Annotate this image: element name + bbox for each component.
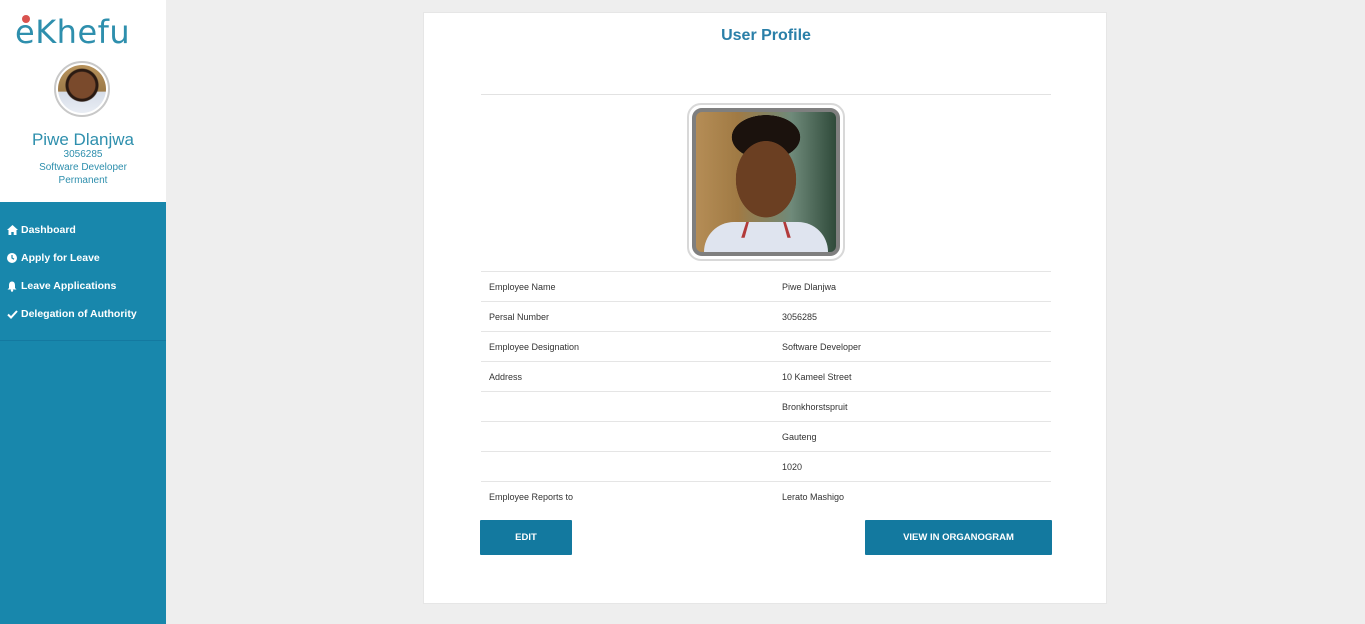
row-label: Employee Designation	[489, 341, 580, 352]
sidebar-item-dashboard[interactable]: Dashboard	[0, 216, 166, 244]
title-divider	[481, 94, 1051, 95]
home-icon	[6, 224, 18, 236]
sidebar-menu: Dashboard Apply for Leave Leave Applicat…	[0, 216, 166, 328]
row-value: 10 Kameel Street	[782, 371, 852, 382]
ekhefu-logo[interactable]: eKhefu	[15, 12, 130, 52]
row-label: Employee Name	[489, 281, 556, 292]
table-row: Employee Name Piwe Dlanjwa	[481, 271, 1051, 301]
logo-e: e	[15, 13, 36, 51]
logo-dot-icon	[22, 15, 30, 23]
sidebar-item-delegation[interactable]: Delegation of Authority	[0, 300, 166, 328]
table-row: Persal Number 3056285	[481, 301, 1051, 331]
row-value: Bronkhorstspruit	[782, 401, 848, 412]
sidebar-item-label: Leave Applications	[21, 280, 117, 292]
table-row: Bronkhorstspruit	[481, 391, 1051, 421]
row-label	[481, 422, 782, 451]
row-value: Lerato Mashigo	[782, 491, 845, 502]
page-title: User Profile	[721, 27, 811, 44]
sidebar-employment-type: Permanent	[58, 175, 108, 186]
view-in-organogram-button[interactable]: VIEW IN ORGANOGRAM	[865, 520, 1052, 555]
row-value: Piwe Dlanjwa	[782, 281, 837, 292]
row-label: Persal Number	[489, 311, 550, 322]
row-value: 1020	[782, 461, 803, 472]
table-row: 1020	[481, 451, 1051, 481]
profile-photo	[692, 108, 840, 256]
edit-button[interactable]: EDIT	[480, 520, 572, 555]
avatar	[54, 61, 110, 117]
sidebar-item-leave-applications[interactable]: Leave Applications	[0, 272, 166, 300]
row-value: 3056285	[782, 311, 818, 322]
sidebar-user-name: Piwe Dlanjwa	[31, 130, 135, 149]
sidebar: eKhefu Piwe Dlanjwa 3056285 Software Dev…	[0, 0, 166, 624]
table-row: Address 10 Kameel Street	[481, 361, 1051, 391]
bell-icon	[6, 280, 18, 292]
sidebar-divider	[0, 340, 166, 341]
sidebar-item-label: Apply for Leave	[21, 252, 100, 264]
clock-icon	[6, 252, 18, 264]
sidebar-item-label: Dashboard	[21, 224, 76, 236]
sidebar-persal: 3056285	[63, 149, 103, 160]
table-row: Employee Reports to Lerato Mashigo	[481, 481, 1051, 511]
sidebar-item-apply-leave[interactable]: Apply for Leave	[0, 244, 166, 272]
photo-collar	[741, 221, 791, 238]
logo-text: Khefu	[35, 13, 131, 51]
profile-photo-frame	[687, 103, 845, 261]
row-label	[481, 452, 782, 481]
table-row: Employee Designation Software Developer	[481, 331, 1051, 361]
row-label: Address	[489, 371, 523, 382]
sidebar-profile-panel: eKhefu Piwe Dlanjwa 3056285 Software Dev…	[0, 0, 166, 202]
row-value: Software Developer	[782, 341, 862, 352]
row-value: Gauteng	[782, 431, 817, 442]
profile-details-table: Employee Name Piwe Dlanjwa Persal Number…	[481, 271, 1051, 511]
table-row: Gauteng	[481, 421, 1051, 451]
sidebar-designation: Software Developer	[39, 162, 127, 173]
row-label: Employee Reports to	[489, 491, 574, 502]
avatar-photo	[58, 65, 106, 113]
user-profile-card: User Profile Employee Name Piwe Dlanjwa …	[423, 12, 1107, 604]
row-label	[481, 392, 782, 421]
sidebar-item-label: Delegation of Authority	[21, 308, 137, 320]
check-icon	[6, 308, 18, 320]
